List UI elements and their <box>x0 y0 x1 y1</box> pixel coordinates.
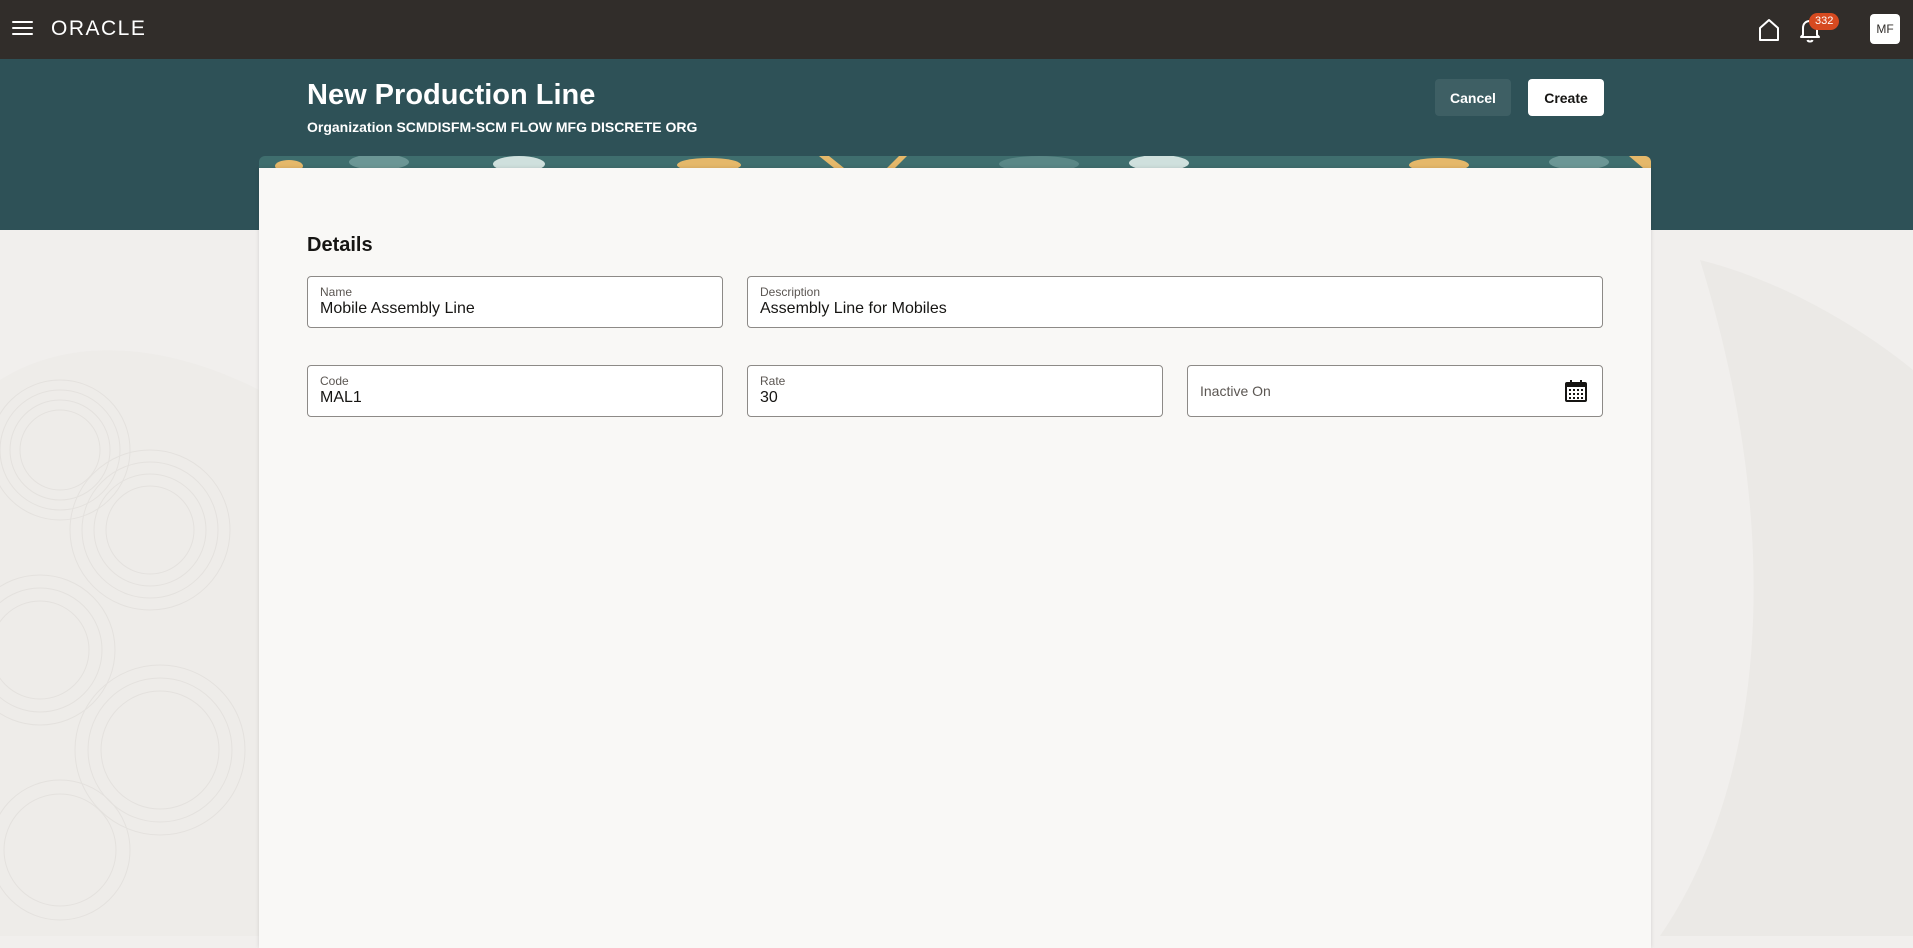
name-field[interactable]: Name Mobile Assembly Line <box>307 276 723 328</box>
top-navigation-bar: ORACLE 332 MF <box>0 0 1913 59</box>
name-label: Name <box>320 285 353 299</box>
rate-label: Rate <box>760 374 786 388</box>
create-button[interactable]: Create <box>1528 79 1604 116</box>
description-field[interactable]: Description Assembly Line for Mobiles <box>747 276 1603 328</box>
description-label: Description <box>760 285 821 299</box>
user-avatar[interactable]: MF <box>1870 14 1900 44</box>
code-value: MAL1 <box>320 389 362 406</box>
rate-value: 30 <box>760 389 778 406</box>
cancel-button[interactable]: Cancel <box>1435 79 1511 116</box>
inactive-on-field[interactable]: Inactive On <box>1187 365 1603 417</box>
hamburger-menu-icon[interactable] <box>12 18 33 40</box>
code-label: Code <box>320 374 349 388</box>
home-icon[interactable] <box>1756 17 1782 43</box>
page-title: New Production Line <box>307 79 596 111</box>
name-value: Mobile Assembly Line <box>320 300 475 317</box>
rate-field[interactable]: Rate 30 <box>747 365 1163 417</box>
notification-count-badge: 332 <box>1809 13 1840 30</box>
details-section-title: Details <box>307 234 373 256</box>
decorative-banner-art <box>259 156 1651 168</box>
page-subtitle: Organization SCMDISFM-SCM FLOW MFG DISCR… <box>307 119 698 135</box>
inactive-on-label: Inactive On <box>1200 383 1271 399</box>
calendar-icon[interactable] <box>1564 379 1588 403</box>
description-value: Assembly Line for Mobiles <box>760 300 947 317</box>
code-field[interactable]: Code MAL1 <box>307 365 723 417</box>
oracle-logo[interactable]: ORACLE <box>51 17 146 41</box>
